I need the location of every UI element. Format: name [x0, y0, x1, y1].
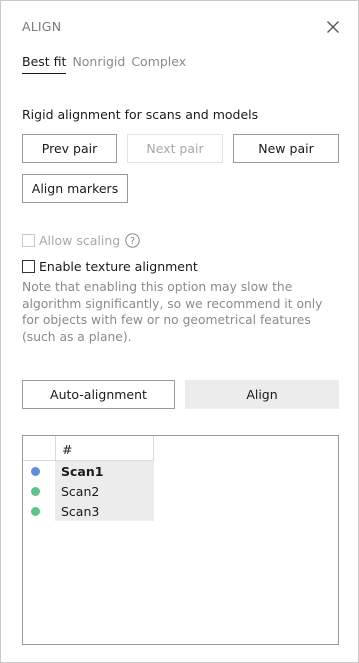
allow-scaling-row: Allow scaling ? — [22, 233, 140, 248]
tab-nonrigid[interactable]: Nonrigid — [72, 54, 125, 74]
scan-table: # Scan1 Scan2 Scan3 — [22, 435, 339, 645]
svg-text:?: ? — [130, 236, 135, 247]
table-row[interactable]: Scan1 — [23, 461, 154, 481]
table-row[interactable]: Scan3 — [23, 501, 154, 521]
scan-name: Scan3 — [55, 501, 154, 521]
texture-alignment-checkbox[interactable] — [22, 260, 35, 273]
texture-alignment-row: Enable texture alignment — [22, 259, 198, 274]
align-markers-button[interactable]: Align markers — [22, 174, 128, 203]
allow-scaling-label: Allow scaling — [39, 233, 121, 248]
tab-best-fit[interactable]: Best fit — [22, 54, 67, 74]
tab-bar: Best fit Nonrigid Complex — [22, 54, 186, 74]
texture-note: Note that enabling this option may slow … — [22, 280, 323, 344]
scan-name: Scan2 — [55, 481, 154, 501]
panel-title: ALIGN — [22, 19, 62, 34]
scan-name: Scan1 — [55, 461, 154, 481]
next-pair-button[interactable]: Next pair — [127, 134, 223, 163]
scan-color-dot — [31, 507, 40, 516]
new-pair-button[interactable]: New pair — [233, 134, 339, 163]
auto-alignment-button[interactable]: Auto-alignment — [22, 380, 175, 409]
texture-alignment-label: Enable texture alignment — [39, 259, 198, 274]
help-icon[interactable]: ? — [125, 233, 140, 248]
table-row[interactable]: Scan2 — [23, 481, 154, 501]
scan-color-dot — [31, 487, 40, 496]
align-panel: ALIGN Best fit Nonrigid Complex Rigid al… — [0, 0, 359, 663]
align-button[interactable]: Align — [185, 380, 339, 409]
scan-color-dot — [31, 467, 40, 476]
table-header-spacer — [23, 436, 55, 461]
allow-scaling-checkbox[interactable] — [22, 234, 35, 247]
prev-pair-button[interactable]: Prev pair — [22, 134, 117, 163]
tab-complex[interactable]: Complex — [131, 54, 186, 74]
table-header-index[interactable]: # — [55, 436, 154, 461]
close-icon[interactable] — [326, 20, 340, 34]
rigid-alignment-label: Rigid alignment for scans and models — [22, 107, 259, 122]
